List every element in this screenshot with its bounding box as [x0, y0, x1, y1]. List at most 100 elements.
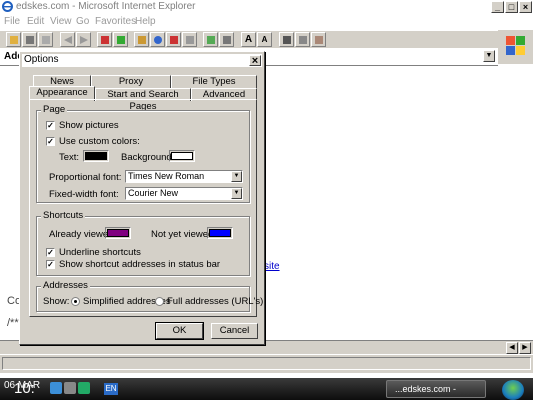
menu-edit[interactable]: Edit: [27, 16, 44, 27]
search-button[interactable]: [150, 32, 165, 47]
already-viewed-color-swatch[interactable]: [105, 227, 131, 239]
underline-shortcuts-checkbox[interactable]: ✓: [46, 248, 55, 257]
fixed-width-font-select[interactable]: Courier New ▼: [125, 187, 243, 200]
shortcuts-group: Shortcuts Already viewed: Not yet viewed…: [36, 210, 250, 276]
windows-logo: [498, 30, 533, 64]
page-group: Page ✓ Show pictures ✓ Use custom colors…: [36, 104, 250, 203]
show-shortcut-addresses-label: Show shortcut addresses in status bar: [59, 259, 221, 270]
tab-file-types[interactable]: File Types: [171, 75, 257, 88]
cut-button[interactable]: [279, 32, 294, 47]
text-color-label: Text:: [59, 152, 80, 163]
open-folder-button[interactable]: [6, 32, 21, 47]
proportional-font-label: Proportional font:: [49, 172, 122, 183]
proportional-font-value: Times New Roman: [128, 171, 205, 181]
show-shortcut-addresses-checkbox[interactable]: ✓: [46, 260, 55, 269]
use-custom-colors-checkbox[interactable]: ✓: [46, 137, 55, 146]
close-button[interactable]: ×: [519, 1, 532, 13]
ok-button[interactable]: OK: [155, 322, 204, 340]
menu-help[interactable]: Help: [135, 16, 156, 27]
ie-quicklaunch-icon[interactable]: [50, 382, 62, 394]
print-button[interactable]: [22, 32, 37, 47]
quicklaunch-icon[interactable]: [78, 382, 90, 394]
forward-button[interactable]: [76, 32, 91, 47]
full-addresses-label: Full addresses (URL's): [167, 296, 264, 307]
dialog-title: Options: [24, 54, 59, 65]
fullscreen-icon: [223, 36, 231, 44]
language-indicator[interactable]: EN: [104, 383, 118, 395]
printer-icon: [26, 36, 34, 44]
address-dropdown-button[interactable]: ▼: [483, 50, 495, 62]
shortcuts-group-label: Shortcuts: [41, 210, 86, 221]
home-icon: [138, 36, 146, 44]
scroll-left-button[interactable]: ◀: [506, 342, 518, 354]
back-button[interactable]: [60, 32, 75, 47]
maximize-button[interactable]: □: [505, 1, 518, 13]
taskbar-clock: 10:: [14, 380, 35, 397]
channels-icon: [207, 36, 215, 44]
text-color-swatch[interactable]: [83, 150, 109, 162]
arrow-left-icon: [64, 36, 72, 44]
paste-button[interactable]: [311, 32, 326, 47]
simplified-addresses-radio[interactable]: [71, 297, 80, 306]
menu-bar: File Edit View Go Favorites Help: [0, 14, 533, 30]
mail-button[interactable]: [38, 32, 53, 47]
menu-view[interactable]: View: [50, 16, 72, 27]
refresh-button[interactable]: [113, 32, 128, 47]
history-icon: [186, 36, 194, 44]
show-pictures-checkbox[interactable]: ✓: [46, 121, 55, 130]
font-smaller-button[interactable]: A: [257, 32, 272, 47]
start-orb-icon[interactable]: [502, 380, 524, 400]
window-title-bar[interactable]: edskes.com - Microsoft Internet Explorer…: [0, 0, 533, 14]
background-color-swatch[interactable]: [169, 150, 195, 162]
quicklaunch-icon[interactable]: [64, 382, 76, 394]
cancel-button[interactable]: Cancel: [211, 323, 258, 339]
search-icon: [154, 36, 162, 44]
menu-file[interactable]: File: [4, 16, 20, 27]
paste-icon: [315, 36, 323, 44]
arrow-right-icon: [80, 36, 88, 44]
mail-icon: [42, 36, 50, 44]
copy-button[interactable]: [295, 32, 310, 47]
page-link[interactable]: site: [264, 261, 280, 272]
status-bar: [0, 354, 533, 373]
show-label: Show:: [43, 296, 70, 307]
menu-go[interactable]: Go: [76, 16, 89, 27]
page-text: /**: [7, 317, 19, 329]
tab-proxy[interactable]: Proxy: [91, 75, 171, 88]
ie-logo-icon: [2, 1, 13, 12]
stop-button[interactable]: [97, 32, 112, 47]
status-text-area: [2, 357, 531, 370]
menu-favorites[interactable]: Favorites: [95, 16, 136, 27]
options-dialog: Options × News Proxy File Types Appearan…: [19, 51, 265, 345]
copy-icon: [299, 36, 307, 44]
chevron-down-icon: ▼: [231, 188, 242, 199]
history-button[interactable]: [182, 32, 197, 47]
taskbar-window-button[interactable]: ...edskes.com - Micros: [386, 380, 486, 410]
refresh-icon: [117, 36, 125, 44]
show-pictures-label: Show pictures: [59, 120, 119, 131]
proportional-font-select[interactable]: Times New Roman ▼: [125, 170, 243, 183]
background-color-label: Background:: [121, 152, 175, 163]
not-yet-viewed-color-swatch[interactable]: [207, 227, 233, 239]
dialog-title-bar[interactable]: Options: [22, 54, 262, 67]
scroll-right-button[interactable]: ▶: [519, 342, 531, 354]
channels-button[interactable]: [203, 32, 218, 47]
page-group-label: Page: [41, 104, 68, 115]
chevron-down-icon: ▼: [231, 171, 242, 182]
font-larger-button[interactable]: A: [241, 32, 256, 47]
minimize-button[interactable]: _: [491, 1, 504, 13]
home-button[interactable]: [134, 32, 149, 47]
stop-icon: [101, 36, 109, 44]
fixed-width-font-label: Fixed-width font:: [49, 189, 119, 200]
addresses-group-label: Addresses: [41, 280, 90, 291]
favorites-button[interactable]: [166, 32, 181, 47]
dialog-close-button[interactable]: ×: [249, 55, 261, 67]
use-custom-colors-label: Use custom colors:: [59, 136, 140, 147]
underline-shortcuts-label: Underline shortcuts: [59, 247, 141, 258]
full-addresses-radio[interactable]: [155, 297, 164, 306]
window-title: edskes.com - Microsoft Internet Explorer: [16, 1, 196, 12]
folder-icon: [10, 36, 18, 44]
fixed-width-font-value: Courier New: [128, 188, 179, 198]
fullscreen-button[interactable]: [219, 32, 234, 47]
favorites-icon: [170, 36, 178, 44]
